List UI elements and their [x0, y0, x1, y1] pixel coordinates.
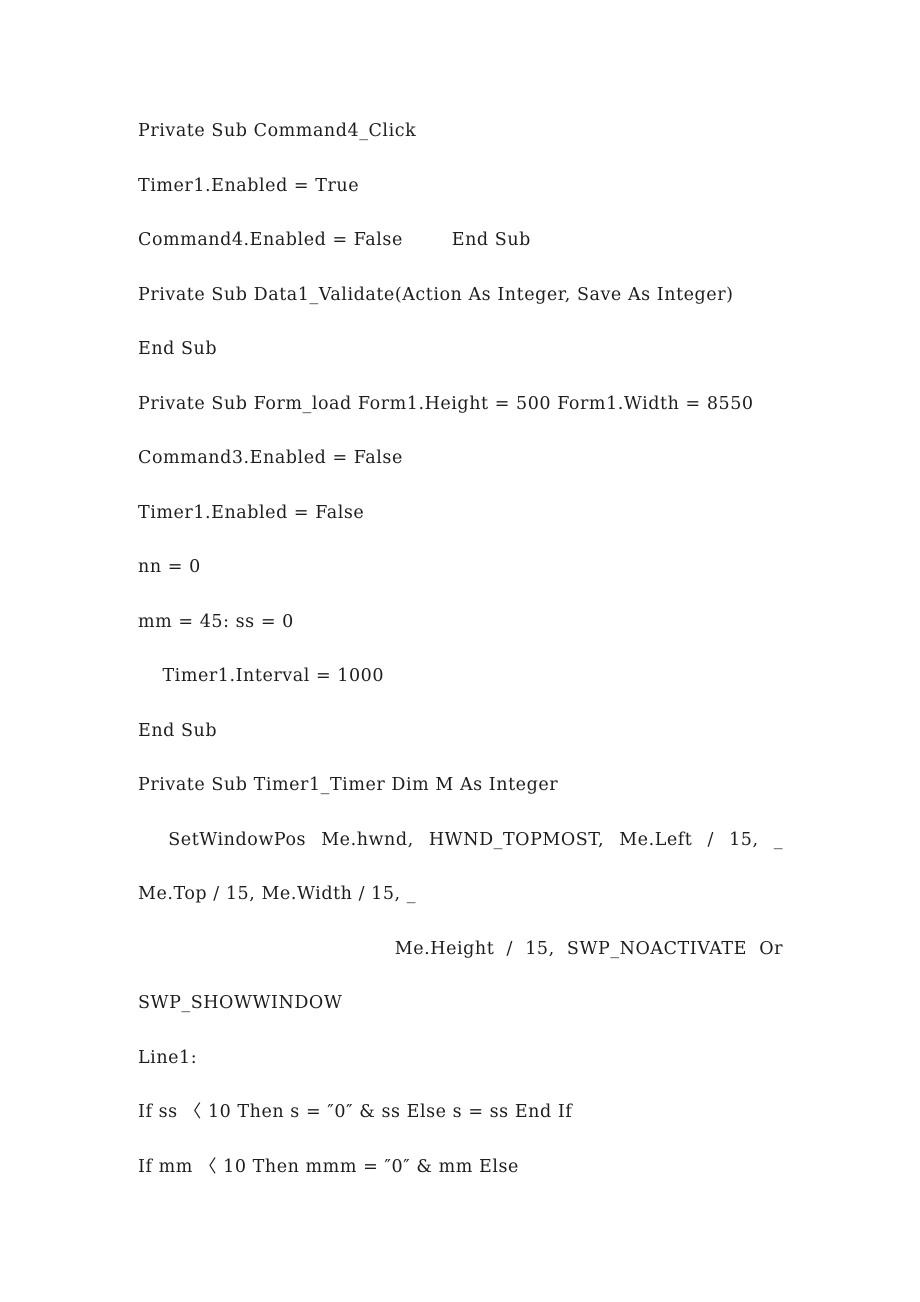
- code-line: End Sub: [138, 339, 218, 359]
- code-line: mm = 45: ss = 0: [138, 611, 294, 632]
- code-line: Command4.Enabled = False End Sub: [138, 230, 531, 250]
- code-line: nn = 0: [138, 557, 201, 577]
- code-line: If mm 〈 10 Then mmm = ″0″ & mm Else: [138, 1156, 519, 1177]
- document-page: Private Sub Command4_Click Timer1.Enabled…: [0, 0, 920, 1302]
- code-line: Private Sub Command4_Click: [138, 121, 417, 141]
- code-line: Private Sub Form_load Form1.Height = 500…: [138, 393, 754, 414]
- code-line: Timer1.Enabled = False: [138, 502, 365, 523]
- code-line: If ss 〈 10 Then s = ″0″ & ss Else s = ss…: [138, 1102, 573, 1122]
- code-line: Command3.Enabled = False: [138, 448, 403, 468]
- code-line: End Sub: [138, 720, 218, 741]
- code-line: Timer1.Enabled = True: [138, 175, 360, 196]
- code-line: Line1:: [138, 1047, 198, 1068]
- code-line: SetWindowPos Me.hwnd, HWND_TOPMOST, Me.L…: [138, 829, 790, 905]
- code-text-block: Private Sub Command4_Click Timer1.Enabled…: [138, 104, 783, 1194]
- code-line: Timer1.Interval = 1000: [138, 666, 385, 686]
- code-line: Private Sub Data1_Validate(Action As Int…: [138, 284, 734, 305]
- code-line: Private Sub Timer1_Timer Dim M As Intege…: [138, 775, 559, 795]
- code-line: Me.Height / 15, SWP_NOACTIVATE Or SWP_SH…: [138, 938, 790, 1014]
